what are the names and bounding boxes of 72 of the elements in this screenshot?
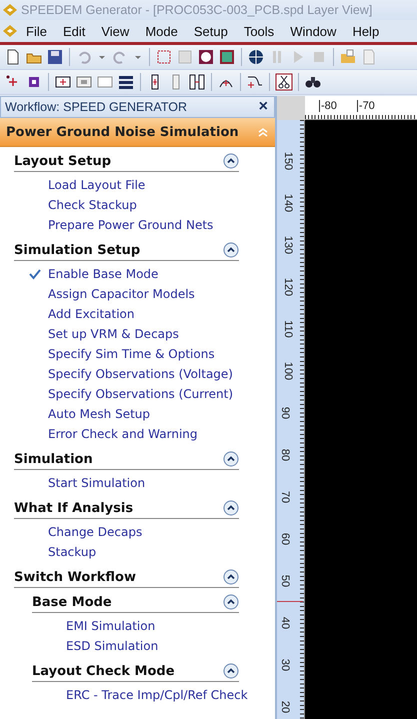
image-icon[interactable] — [218, 48, 236, 66]
workflow-link[interactable]: Set up VRM & Decaps — [14, 327, 179, 341]
section-title: Simulation Setup — [14, 242, 140, 258]
section-title: Base Mode — [32, 594, 112, 610]
ruler-corner — [277, 96, 305, 120]
workflow-header: Power Ground Noise Simulation — [6, 124, 239, 140]
menu-item[interactable]: File — [18, 24, 55, 38]
workflow-link[interactable]: EMI Simulation — [32, 619, 156, 633]
ruler-label: 20 — [279, 700, 292, 714]
workflow-link[interactable]: Prepare Power Ground Nets — [14, 218, 214, 232]
menu-item[interactable]: Help — [344, 24, 388, 38]
workflow-link[interactable]: Enable Base Mode — [42, 267, 158, 281]
workflow-link[interactable]: Specify Observations (Voltage) — [14, 367, 233, 381]
workflow-link[interactable]: Start Simulation — [14, 476, 146, 490]
workflow-link[interactable]: Assign Capacitor Models — [14, 287, 195, 301]
window-title: SPEEDEM Generator - [PROC053C-003_PCB.spd Layer View] — [21, 3, 372, 17]
ruler-label: 90 — [279, 406, 292, 420]
app-logo-icon — [2, 3, 18, 17]
panel-title: Workflow: SPEED GENERATOR — [5, 100, 187, 114]
menu-item[interactable]: Mode — [137, 24, 186, 38]
folder-icon[interactable] — [339, 48, 357, 66]
collapse-icon[interactable] — [223, 594, 239, 610]
close-button[interactable]: × — [258, 99, 268, 115]
workflow-link[interactable]: ESD Simulation — [32, 639, 158, 653]
workflow-link[interactable]: Load Layout File — [14, 178, 146, 192]
workflow-link[interactable]: Change Decaps — [14, 525, 142, 539]
ruler-label: 80 — [279, 448, 292, 462]
layers-icon[interactable] — [117, 73, 135, 91]
ruler-label: 140 — [282, 194, 294, 212]
ruler-label: 150 — [282, 152, 294, 170]
menu-item[interactable]: Tools — [236, 24, 282, 38]
menu-item[interactable]: Window — [282, 24, 344, 38]
ruler-label: 50 — [279, 574, 292, 588]
ruler-label: 70 — [279, 490, 292, 504]
ruler-label: -70 — [356, 100, 375, 112]
scissors-icon[interactable] — [275, 73, 293, 91]
workflow-link[interactable]: ERC - Trace Imp/Cpl/Ref Check — [32, 688, 248, 702]
menu-item[interactable]: View — [93, 24, 138, 38]
section-title: Switch Workflow — [14, 570, 136, 584]
collapse-icon[interactable] — [223, 451, 239, 467]
section-title: What If Analysis — [14, 500, 134, 516]
collapse-icon[interactable] — [223, 569, 239, 585]
collapse-icon[interactable] — [223, 500, 239, 516]
workflow-link[interactable]: Stackup — [14, 545, 96, 559]
ruler-label: 130 — [282, 236, 294, 254]
columns-icon[interactable] — [188, 73, 206, 91]
ruler-label: 40 — [279, 616, 292, 630]
ruler-label: 120 — [282, 278, 294, 296]
collapse-icon[interactable] — [223, 663, 239, 679]
ruler-label: -80 — [319, 100, 337, 112]
cursor-marker — [277, 601, 303, 602]
save-icon[interactable] — [46, 48, 64, 66]
menu-item[interactable]: Edit — [54, 24, 94, 38]
collapse-icon[interactable] — [223, 242, 239, 258]
ruler-label: 110 — [282, 320, 294, 338]
workflow-link[interactable]: Error Check and Warning — [14, 427, 198, 441]
workflow-link[interactable]: Specify Sim Time & Options — [14, 347, 215, 361]
globe-icon[interactable] — [247, 48, 265, 66]
ruler-label: 60 — [279, 532, 292, 546]
workflow-link[interactable]: Specify Observations (Current) — [14, 387, 234, 401]
menu-item[interactable]: Setup — [186, 24, 236, 38]
collapse-icon[interactable] — [223, 153, 239, 169]
workflow-link[interactable]: Add Excitation — [14, 307, 134, 321]
section-title: Simulation — [14, 452, 93, 466]
workflow-link[interactable]: Auto Mesh Setup — [14, 407, 150, 421]
ruler-label: 30 — [279, 658, 292, 672]
selection-icon[interactable] — [155, 48, 173, 66]
section-title: Layout Setup — [14, 154, 112, 168]
section-title: Layout Check Mode — [32, 664, 175, 678]
ruler-label: 100 — [282, 362, 294, 380]
workflow-link[interactable]: Check Stackup — [14, 198, 137, 212]
checkmark-icon — [28, 268, 42, 280]
